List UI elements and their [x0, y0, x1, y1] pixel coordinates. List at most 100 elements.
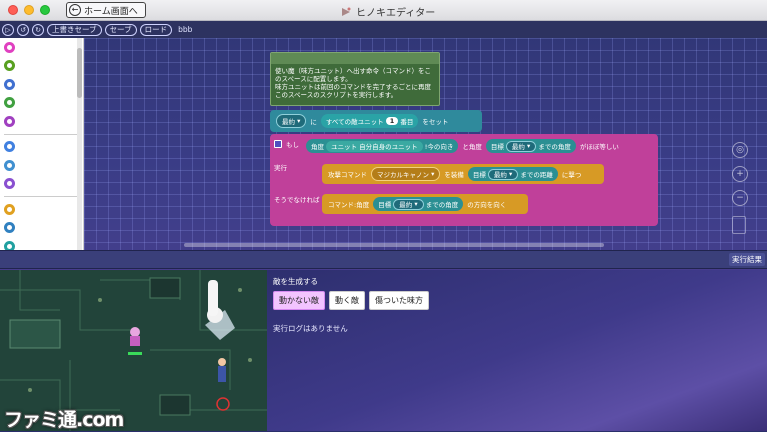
to-angle-label: までの角度 — [425, 201, 459, 209]
category-label: 繰り返し — [21, 61, 53, 71]
category-unit[interactable]: ユニット — [0, 237, 83, 250]
gear-icon — [4, 78, 15, 90]
app-title-text: ヒノキエディター — [356, 8, 436, 19]
target-var-dropdown[interactable]: 最約 ▾ — [487, 168, 519, 180]
attack-command-label: 攻撃コマンド — [328, 171, 367, 179]
if-label: もし — [286, 141, 299, 149]
shoot-label: に撃つ — [561, 171, 582, 179]
title-bar: ← ホーム画面へ ヒノキエディター — [0, 0, 767, 21]
turn-command-label: コマンド:角度 — [328, 201, 370, 209]
undo-icon[interactable]: ↺ — [17, 23, 29, 36]
dropdown-value: 最約 — [282, 118, 295, 126]
target-angle-block[interactable]: 目標 最約 ▾ までの角度 — [373, 197, 464, 211]
spawn-static-enemy-button[interactable]: 動かない敵 — [273, 291, 325, 310]
category-variable[interactable]: 変数 — [0, 138, 83, 157]
category-label: リスト — [21, 116, 45, 126]
target-label: 目標 — [378, 201, 392, 209]
maximize-window-button[interactable] — [40, 5, 50, 15]
category-label: 関数 — [21, 179, 37, 189]
enemy-spawn-title: 敵を生成する — [273, 277, 318, 286]
category-label: 計算 — [21, 79, 37, 89]
close-window-button[interactable] — [8, 5, 18, 15]
gear-icon — [4, 222, 15, 234]
else-label-row: そうでなければ — [274, 194, 320, 204]
attack-row: 攻撃コマンド マジカルキャノン ▾ を装備 目標 最約 ▾ までの距離 に撃つ — [328, 167, 581, 181]
angle-block[interactable]: 角度 ユニット 自分自身のユニット !今の向き — [306, 139, 459, 153]
equip-label: を装備 — [444, 171, 464, 179]
category-command[interactable]: コマンド — [0, 200, 83, 219]
enemy-spawn-buttons: 動かない敵 動く敵 傷ついた味方 — [273, 291, 429, 310]
result-tab[interactable]: 実行結果 — [729, 253, 765, 266]
home-button-label: ホーム画面へ — [84, 6, 138, 17]
category-logic[interactable]: ロジック — [0, 38, 83, 57]
category-loop[interactable]: 繰り返し — [0, 57, 83, 76]
variable-dropdown[interactable]: 最約 ▾ — [276, 114, 307, 128]
workspace-scrollbar[interactable] — [184, 243, 604, 247]
zoom-reset-icon[interactable]: ◎ — [732, 142, 748, 158]
target-angle-block[interactable]: 目標 最約 ▾ までの角度 — [485, 139, 576, 153]
block-category-sidebar: ロジック 繰り返し 計算 テキスト リスト 変数 型つき変数 関数 コマンド 自… — [0, 38, 84, 250]
sidebar-scrollbar[interactable] — [77, 38, 82, 250]
comment-block[interactable]: 使い魔（味方ユニット）へ出す命令（コマンド）をこのスペースに配置します。 味方ユ… — [270, 52, 440, 106]
load-button[interactable]: ロード — [139, 23, 173, 36]
category-label: 自分自身 — [21, 223, 53, 233]
dropdown-value: 最約 — [399, 201, 413, 209]
target-var-dropdown[interactable]: 最約 ▾ — [393, 198, 424, 210]
app-logo-icon — [342, 7, 351, 16]
list-label: すべての敵ユニット — [325, 118, 384, 126]
do-label: 実行 — [274, 164, 287, 172]
category-math[interactable]: 計算 — [0, 75, 83, 94]
zoom-out-icon[interactable]: − — [732, 190, 748, 206]
category-typed-variable[interactable]: 型つき変数 — [0, 156, 83, 175]
settings-icon[interactable] — [274, 140, 282, 148]
category-label: テキスト — [21, 98, 53, 108]
gear-icon — [4, 60, 15, 72]
gear-icon — [4, 178, 15, 190]
to-angle-label: までの角度 — [538, 143, 571, 151]
set-to-label: に — [310, 118, 317, 126]
target-label: 目標 — [490, 143, 504, 151]
target-label: 目標 — [472, 171, 486, 179]
target-var-dropdown[interactable]: 最約 ▾ — [505, 140, 537, 152]
category-list[interactable]: リスト — [0, 112, 83, 131]
if-header: もし — [274, 139, 299, 149]
category-label: 変数 — [21, 142, 37, 152]
gear-icon — [4, 115, 15, 127]
zoom-in-icon[interactable]: + — [732, 166, 748, 182]
unit-label: ユニット — [331, 143, 358, 151]
category-function[interactable]: 関数 — [0, 175, 83, 194]
spawn-moving-enemy-button[interactable]: 動く敵 — [329, 291, 365, 310]
trash-icon[interactable] — [732, 216, 746, 234]
redo-icon[interactable]: ↻ — [32, 23, 44, 36]
home-button[interactable]: ← ホーム画面へ — [66, 2, 146, 18]
dropdown-value: マジカルキャノン — [377, 171, 429, 179]
angle-label: 角度 — [311, 143, 324, 151]
enemy-list-block[interactable]: すべての敵ユニット 1 番目 — [320, 114, 419, 128]
toolbar: ▷ ↺ ↻ 上書きセーブ セーブ ロード bbb — [0, 21, 767, 38]
unit-block[interactable]: ユニット 自分自身のユニット — [326, 140, 423, 152]
minimize-window-button[interactable] — [24, 5, 34, 15]
facing-label: !今の向き — [424, 143, 454, 151]
save-button[interactable]: セーブ — [104, 23, 137, 36]
target-distance-block[interactable]: 目標 最約 ▾ までの距離 — [467, 167, 558, 181]
category-divider — [4, 133, 79, 135]
almost-equal-label: がほぼ等しい — [579, 143, 619, 151]
play-icon[interactable]: ▷ — [2, 23, 14, 36]
self-unit-label: 自分自身のユニット — [359, 143, 418, 151]
category-text[interactable]: テキスト — [0, 94, 83, 113]
category-self[interactable]: 自分自身 — [0, 219, 83, 238]
weapon-dropdown[interactable]: マジカルキャノン ▾ — [371, 167, 441, 181]
category-divider — [4, 196, 79, 197]
window-controls — [8, 5, 50, 15]
to-distance-label: までの距離 — [520, 171, 553, 179]
set-block-row: 最約 ▾ に すべての敵ユニット 1 番目 をセット — [276, 114, 448, 128]
index-input[interactable]: 1 — [385, 117, 399, 125]
face-direction-label: の方向を向く — [467, 201, 507, 209]
spawn-wounded-ally-button[interactable]: 傷ついた味方 — [369, 291, 429, 310]
panel-divider[interactable] — [0, 250, 767, 269]
category-label: 型つき変数 — [21, 160, 61, 170]
set-label: をセット — [422, 118, 449, 126]
overwrite-save-button[interactable]: 上書きセーブ — [47, 23, 102, 36]
category-label: ユニット — [21, 241, 53, 250]
block-workspace[interactable]: 使い魔（味方ユニット）へ出す命令（コマンド）をこのスペースに配置します。 味方ユ… — [84, 38, 767, 250]
